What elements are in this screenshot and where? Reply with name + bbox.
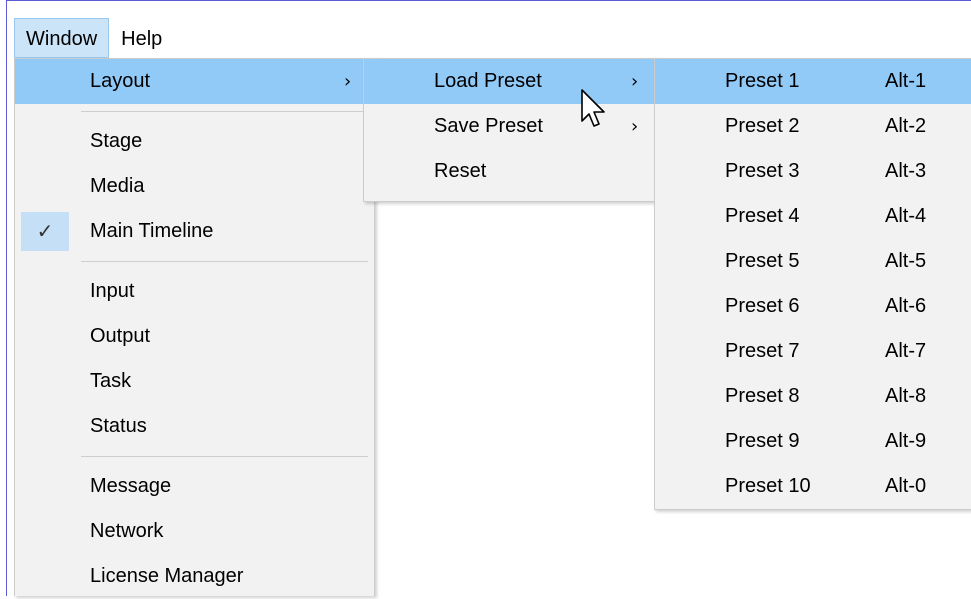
menu-item-message[interactable]: Message — [15, 464, 374, 509]
shortcut-label: Alt-5 — [885, 250, 927, 272]
menu-item-label: Stage — [90, 130, 143, 152]
menu-item-label: Task — [90, 370, 132, 392]
menu-item-preset-4[interactable]: Preset 4 Alt-4 — [655, 194, 971, 239]
menu-item-label: Main Timeline — [90, 220, 214, 242]
menu-item-load-preset[interactable]: Load Preset › — [364, 59, 655, 104]
menu-item-label: Preset 6 — [725, 295, 800, 317]
menu-item-label: Input — [90, 280, 135, 302]
shortcut-label: Alt-6 — [885, 295, 927, 317]
menu-item-label: Layout — [90, 70, 151, 92]
menu-item-license-manager[interactable]: License Manager — [15, 554, 374, 599]
menu-item-label: Preset 4 — [725, 205, 800, 227]
menu-item-reset[interactable]: Reset — [364, 149, 655, 194]
menu-item-preset-6[interactable]: Preset 6 Alt-6 — [655, 284, 971, 329]
menu-item-preset-10[interactable]: Preset 10 Alt-0 — [655, 464, 971, 509]
menubar-help[interactable]: Help — [109, 18, 174, 58]
menu-item-label: Preset 7 — [725, 340, 800, 362]
chevron-right-icon: › — [631, 71, 639, 92]
menu-item-preset-7[interactable]: Preset 7 Alt-7 — [655, 329, 971, 374]
menu-item-preset-9[interactable]: Preset 9 Alt-9 — [655, 419, 971, 464]
shortcut-label: Alt-2 — [885, 115, 927, 137]
menu-item-label: Preset 10 — [725, 475, 811, 497]
shortcut-label: Alt-1 — [885, 70, 927, 92]
menu-item-label: Preset 1 — [725, 70, 800, 92]
menu-item-stage[interactable]: Stage — [15, 119, 374, 164]
menu-item-preset-3[interactable]: Preset 3 Alt-3 — [655, 149, 971, 194]
shortcut-label: Alt-4 — [885, 205, 927, 227]
shortcut-label: Alt-8 — [885, 385, 927, 407]
shortcut-label: Alt-3 — [885, 160, 927, 182]
shortcut-label: Alt-7 — [885, 340, 927, 362]
window-menu: Layout › Stage Media ✓ Main Timeline Inp… — [14, 58, 375, 596]
menu-item-label: Preset 2 — [725, 115, 800, 137]
menu-item-label: Save Preset — [434, 115, 543, 137]
menu-item-label: Message — [90, 475, 172, 497]
menu-item-preset-8[interactable]: Preset 8 Alt-8 — [655, 374, 971, 419]
menu-item-preset-1[interactable]: Preset 1 Alt-1 — [655, 59, 971, 104]
chevron-right-icon: › — [344, 71, 352, 92]
menu-separator — [81, 456, 368, 457]
menu-item-layout[interactable]: Layout › — [15, 59, 374, 104]
menu-item-media[interactable]: Media — [15, 164, 374, 209]
menu-item-label: Load Preset — [434, 70, 542, 92]
menu-separator — [81, 261, 368, 262]
menu-item-label: Preset 3 — [725, 160, 800, 182]
menu-item-label: Preset 5 — [725, 250, 800, 272]
shortcut-label: Alt-0 — [885, 475, 927, 497]
menubar-window[interactable]: Window — [14, 18, 110, 58]
menu-item-network[interactable]: Network — [15, 509, 374, 554]
menu-item-save-preset[interactable]: Save Preset › — [364, 104, 655, 149]
menu-bar: Window Help — [14, 18, 174, 58]
menu-item-label: Preset 9 — [725, 430, 800, 452]
menu-item-label: Preset 8 — [725, 385, 800, 407]
menu-item-label: Media — [90, 175, 145, 197]
shortcut-label: Alt-9 — [885, 430, 927, 452]
load-preset-submenu: Preset 1 Alt-1 Preset 2 Alt-2 Preset 3 A… — [654, 58, 971, 510]
check-icon: ✓ — [21, 212, 69, 251]
menu-item-label: License Manager — [90, 565, 244, 587]
menu-item-preset-2[interactable]: Preset 2 Alt-2 — [655, 104, 971, 149]
menu-item-output[interactable]: Output — [15, 314, 374, 359]
menu-item-preset-5[interactable]: Preset 5 Alt-5 — [655, 239, 971, 284]
menu-item-label: Output — [90, 325, 151, 347]
menu-item-label: Network — [90, 520, 164, 542]
chevron-right-icon: › — [631, 116, 639, 137]
mouse-pointer-icon — [581, 89, 605, 127]
menu-item-input[interactable]: Input — [15, 269, 374, 314]
menu-item-task[interactable]: Task — [15, 359, 374, 404]
menu-item-main-timeline[interactable]: ✓ Main Timeline — [15, 209, 374, 254]
menu-item-status[interactable]: Status — [15, 404, 374, 449]
menu-item-label: Status — [90, 415, 147, 437]
layout-submenu: Load Preset › Save Preset › Reset — [363, 58, 656, 202]
menu-separator — [81, 111, 368, 112]
menu-item-label: Reset — [434, 160, 487, 182]
